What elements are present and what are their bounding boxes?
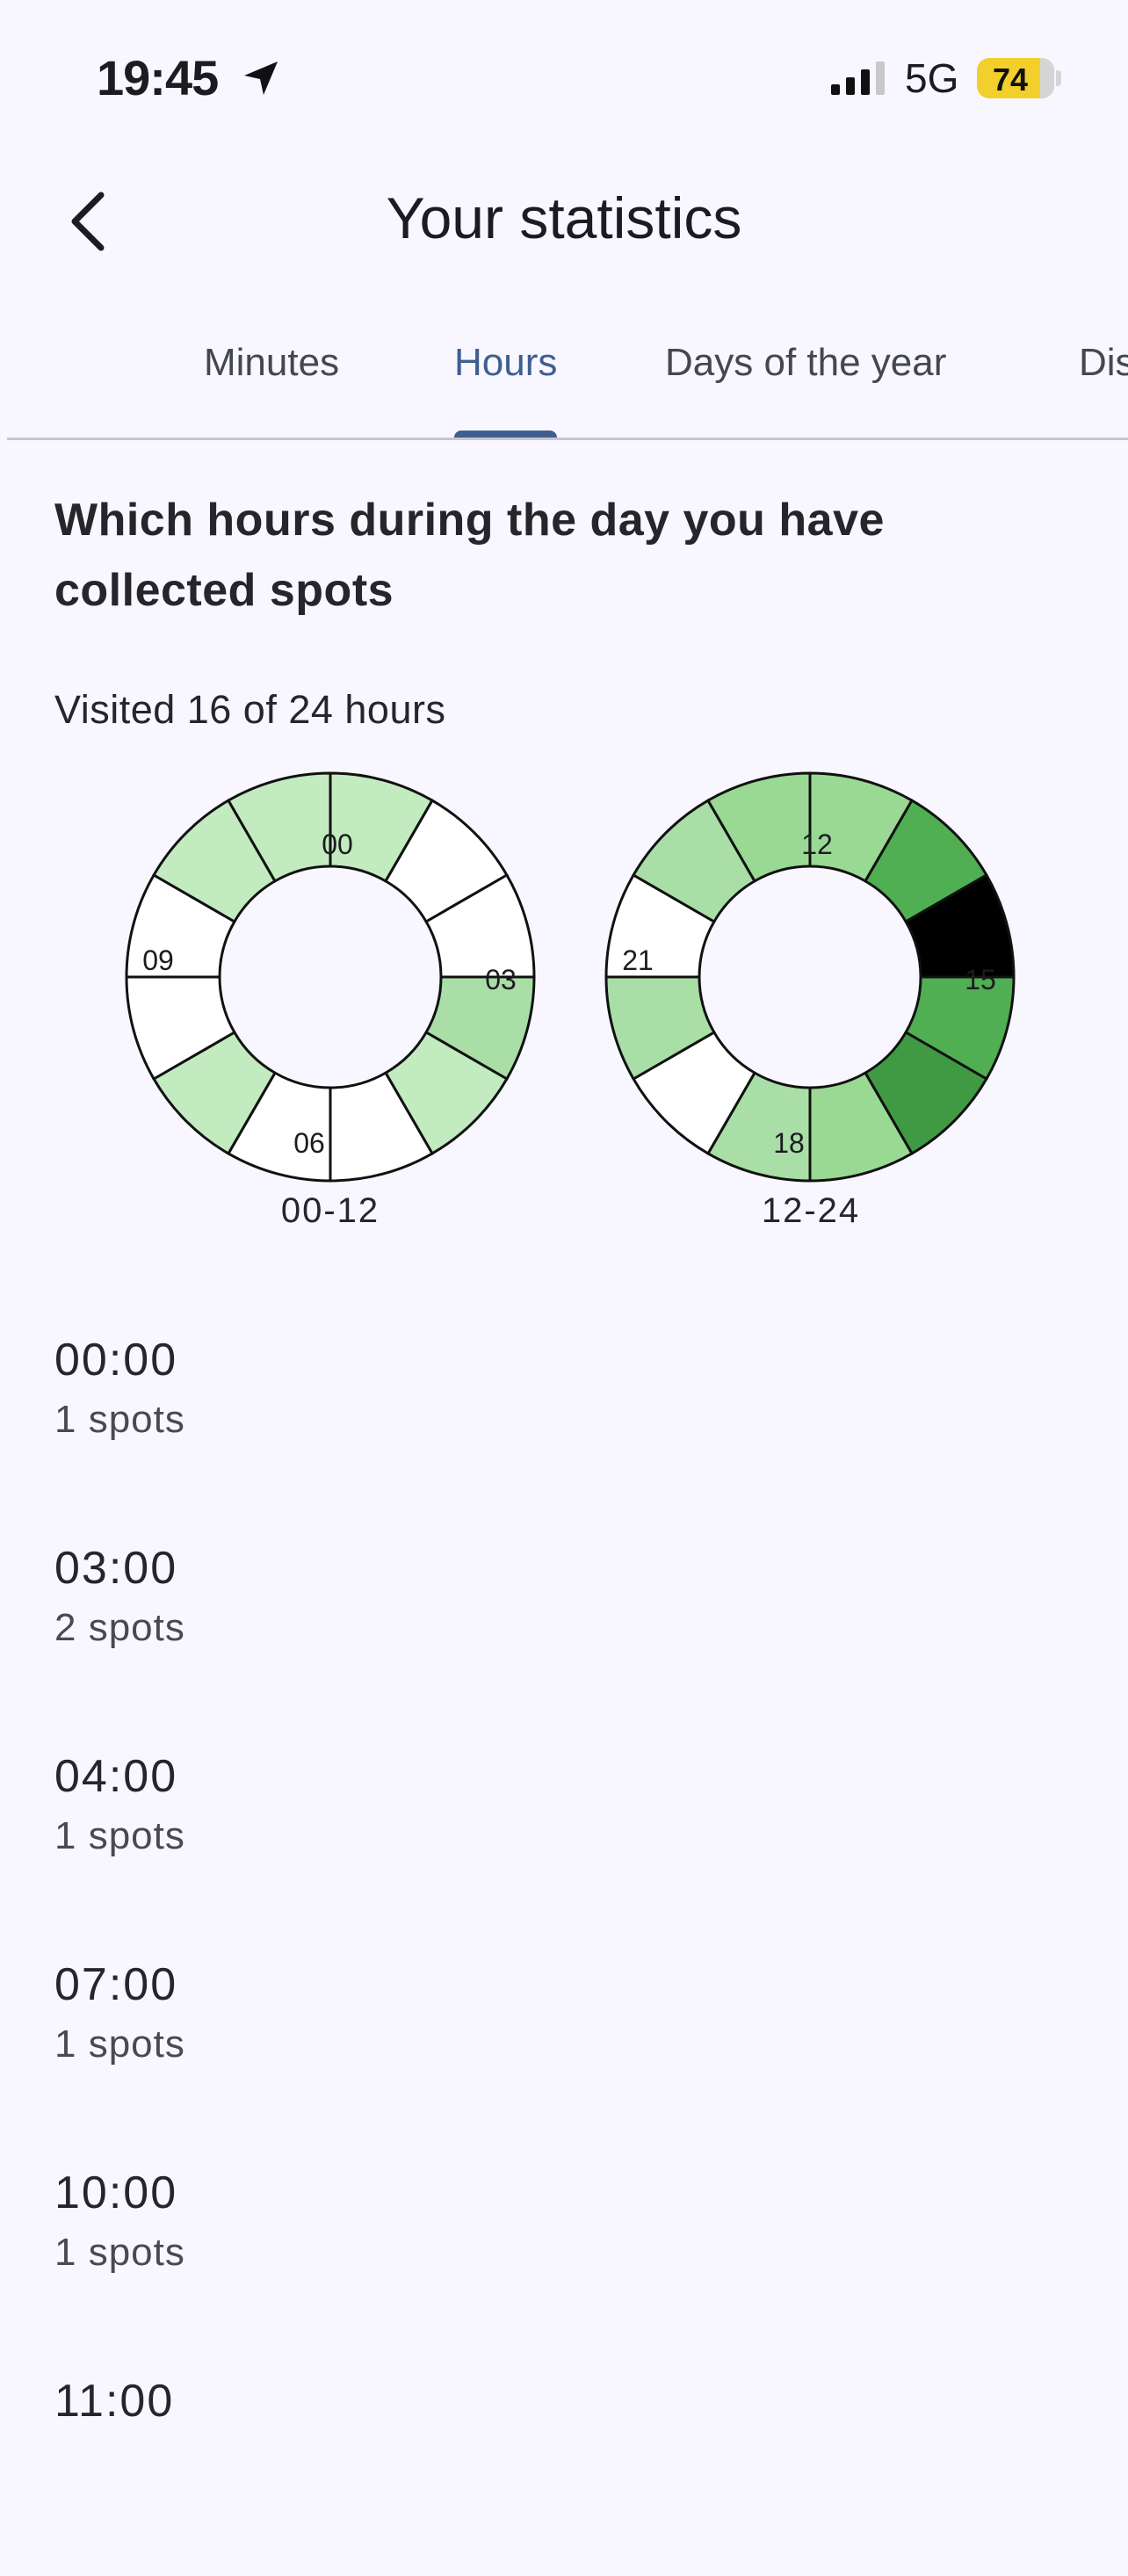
hour-tick-label: 00 bbox=[322, 829, 353, 860]
spot-count: 1 spots bbox=[54, 2231, 185, 2274]
list-item[interactable]: 07:00 1 spots bbox=[54, 1951, 1074, 2160]
hour-label: 00:00 bbox=[54, 1335, 178, 1386]
network-type: 5G bbox=[905, 55, 959, 101]
hour-tick-label: 03 bbox=[485, 964, 517, 995]
tab-minutes[interactable]: Minutes bbox=[204, 325, 339, 439]
battery-level: 74 bbox=[992, 62, 1029, 98]
hour-label: 04:00 bbox=[54, 1751, 178, 1802]
status-time: 19:45 bbox=[97, 50, 219, 105]
tab-label: Hours bbox=[454, 341, 558, 384]
hour-tick-label: 15 bbox=[965, 964, 996, 995]
section-heading: Which hours during the day you have coll… bbox=[54, 495, 885, 616]
tabs-divider bbox=[7, 438, 1128, 440]
tab-label: Minutes bbox=[204, 341, 340, 384]
hour-list: 00:00 1 spots 03:00 2 spots 04:00 1 spot… bbox=[54, 1327, 1074, 2576]
list-item[interactable]: 11:00 bbox=[54, 2368, 1074, 2576]
hour-tick-label: 06 bbox=[293, 1127, 325, 1159]
tab-days-of-the-year[interactable]: Days of the year bbox=[665, 325, 946, 439]
cellular-signal-icon bbox=[831, 62, 885, 95]
status-bar: 19:45 5G 74 bbox=[0, 0, 1128, 158]
battery-tip bbox=[1056, 70, 1061, 86]
chart-caption-pm: 12-24 bbox=[761, 1191, 861, 1230]
list-item[interactable]: 00:00 1 spots bbox=[54, 1327, 1074, 1535]
list-item[interactable]: 04:00 1 spots bbox=[54, 1743, 1074, 1951]
page-title: Your statistics bbox=[386, 185, 742, 250]
tab-hours[interactable]: Hours bbox=[454, 325, 558, 439]
spot-count: 1 spots bbox=[54, 1814, 185, 1857]
hour-tick-label: 21 bbox=[622, 944, 654, 976]
tab-bar: Minutes Hours Days of the year Dis bbox=[0, 325, 1128, 439]
spot-count: 1 spots bbox=[54, 1398, 185, 1441]
hour-tick-label: 18 bbox=[773, 1127, 805, 1159]
hour-charts: 00 03 06 09 12 15 18 21 00-12 12-24 bbox=[0, 756, 1128, 1248]
hour-label: 10:00 bbox=[54, 2167, 178, 2218]
hour-label: 07:00 bbox=[54, 1959, 178, 2010]
tab-label: Days of the year bbox=[665, 341, 947, 384]
hour-ring-pm: 12 15 18 21 bbox=[604, 771, 1016, 1183]
spot-count: 2 spots bbox=[54, 1606, 185, 1649]
hour-ring-am: 00 03 06 09 bbox=[125, 771, 536, 1183]
list-item[interactable]: 10:00 1 spots bbox=[54, 2160, 1074, 2368]
chart-caption-am: 00-12 bbox=[280, 1191, 380, 1230]
visited-summary: Visited 16 of 24 hours bbox=[54, 687, 446, 732]
battery-icon: 74 bbox=[977, 58, 1054, 98]
spot-count: 1 spots bbox=[54, 2022, 185, 2066]
tab-label: Dis bbox=[1079, 341, 1128, 384]
hour-label: 11:00 bbox=[54, 2376, 175, 2427]
hour-label: 03:00 bbox=[54, 1543, 178, 1594]
hour-tick-label: 09 bbox=[142, 944, 174, 976]
list-item[interactable]: 03:00 2 spots bbox=[54, 1535, 1074, 1743]
tab-distance[interactable]: Dis bbox=[1079, 325, 1128, 439]
hour-charts-svg: 00 03 06 09 12 15 18 21 bbox=[125, 771, 1016, 1183]
location-arrow-icon bbox=[244, 62, 278, 95]
hour-tick-label: 12 bbox=[801, 829, 833, 860]
